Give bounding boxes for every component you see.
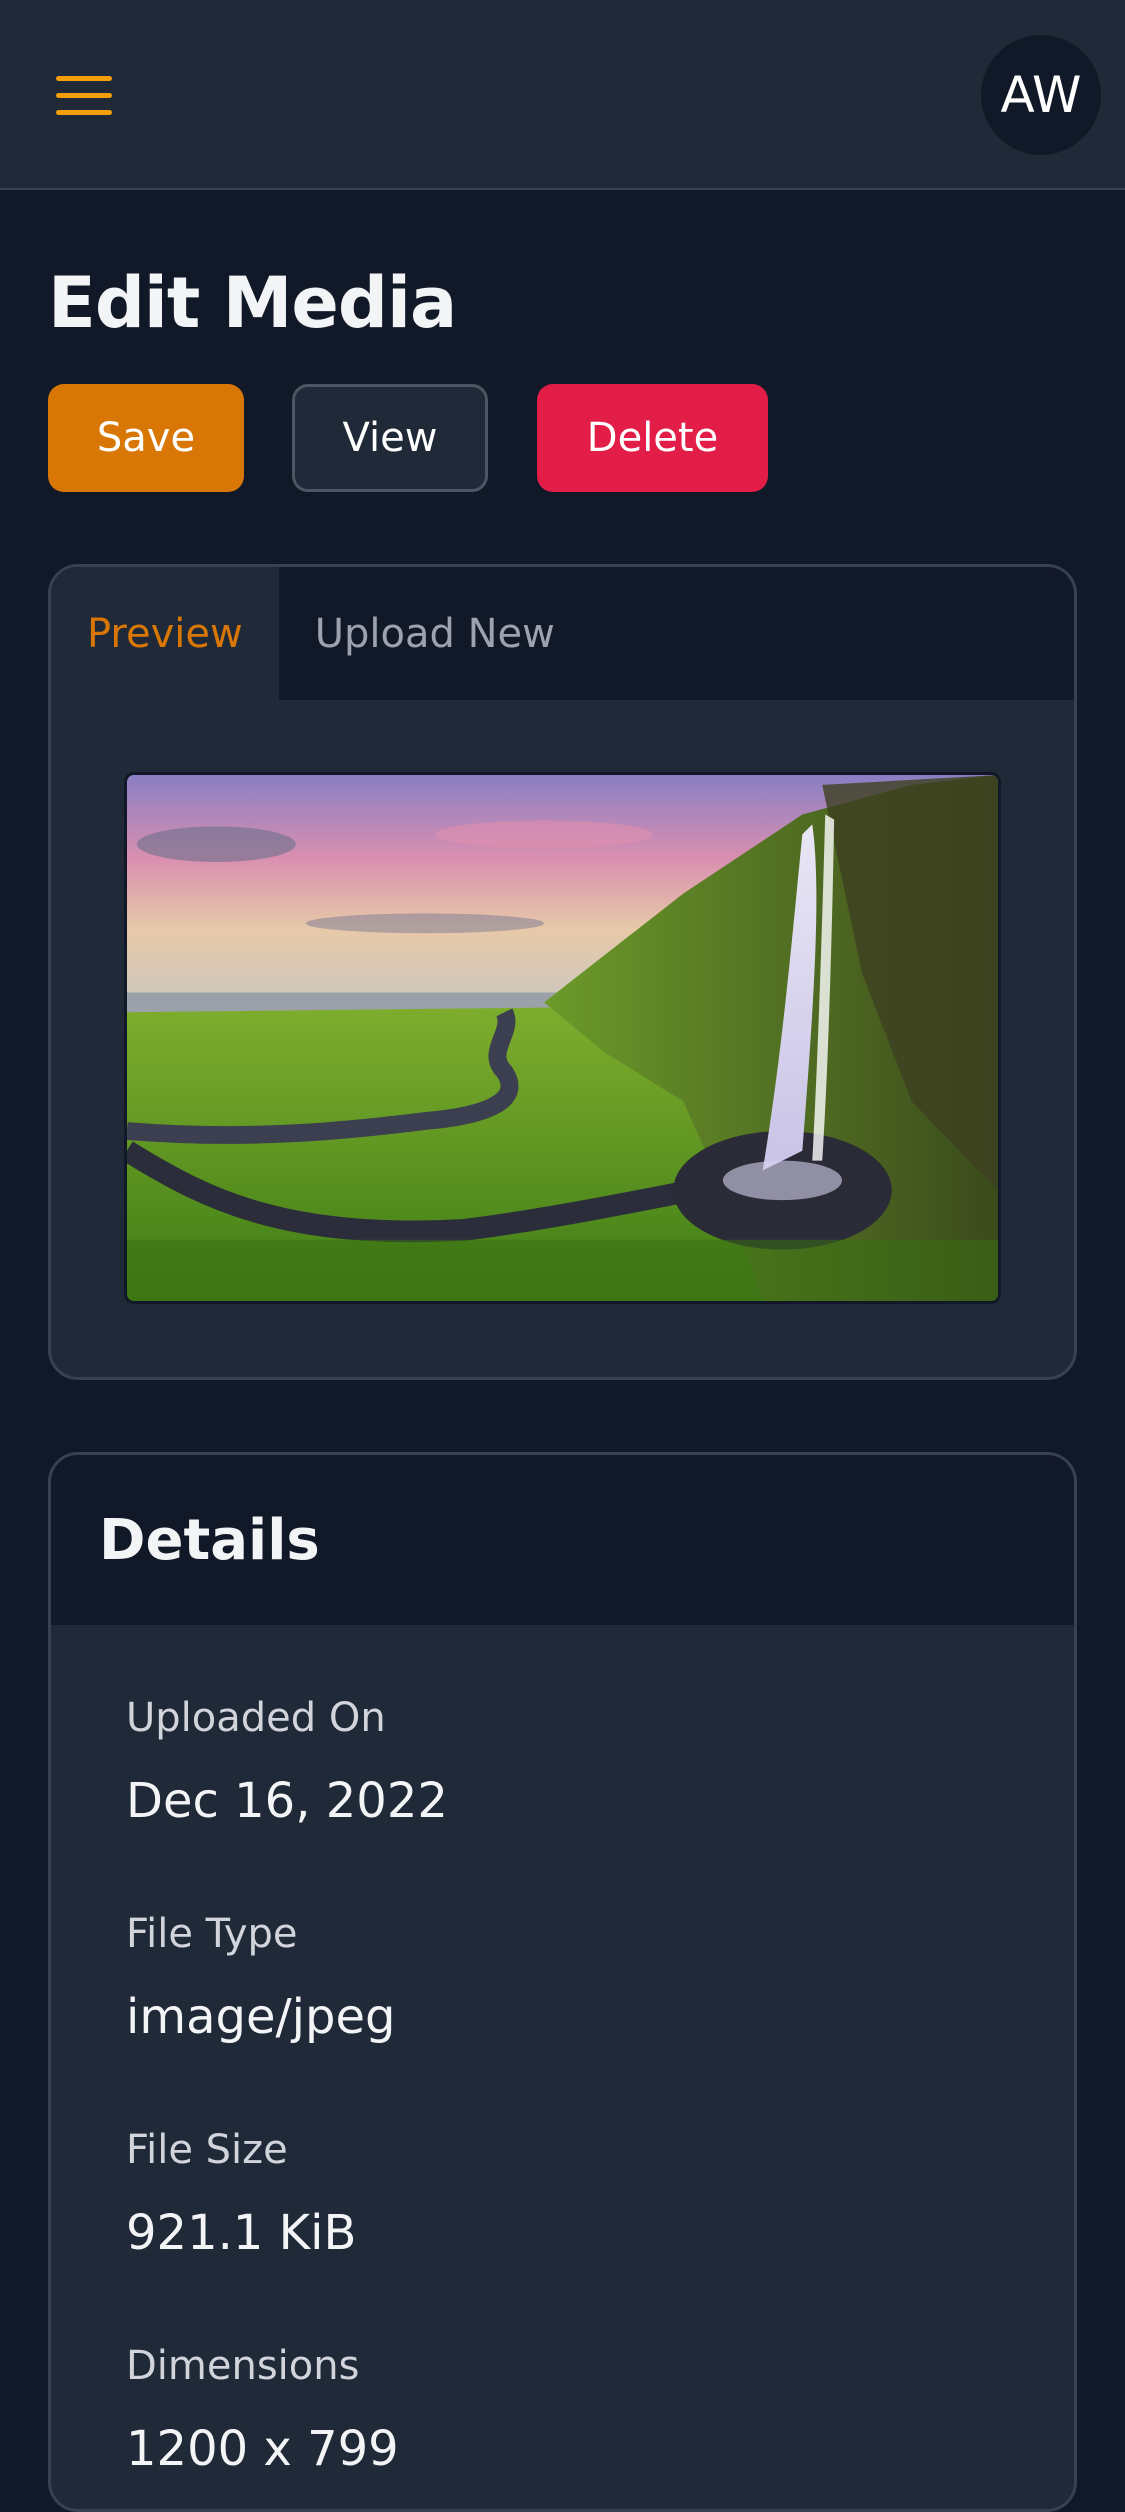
- file-size-value: 921.1 KiB: [126, 2205, 357, 2261]
- dimensions-value: 1200 x 799: [126, 2421, 399, 2477]
- view-button[interactable]: View: [292, 384, 488, 492]
- details-title: Details: [99, 1507, 320, 1573]
- hamburger-menu-icon[interactable]: [56, 76, 112, 116]
- file-size-label: File Size: [126, 2127, 288, 2173]
- tab-upload-new[interactable]: Upload New: [279, 567, 591, 700]
- details-header: Details: [51, 1455, 1074, 1625]
- preview-tabs: Preview Upload New: [51, 567, 1074, 700]
- file-type-value: image/jpeg: [126, 1989, 396, 2045]
- avatar-initials: AW: [1000, 66, 1082, 124]
- waterfall-landscape-image: [127, 775, 998, 1301]
- avatar[interactable]: AW: [981, 35, 1101, 155]
- uploaded-on-value: Dec 16, 2022: [126, 1773, 448, 1829]
- save-button[interactable]: Save: [48, 384, 244, 492]
- delete-button[interactable]: Delete: [537, 384, 768, 492]
- dimensions-label: Dimensions: [126, 2343, 360, 2389]
- details-card: Details Uploaded On Dec 16, 2022 File Ty…: [48, 1452, 1077, 2512]
- tab-preview[interactable]: Preview: [51, 567, 279, 700]
- uploaded-on-label: Uploaded On: [126, 1695, 386, 1741]
- media-preview-image: [124, 772, 1001, 1304]
- file-type-label: File Type: [126, 1911, 298, 1957]
- top-bar: AW: [0, 0, 1125, 190]
- page-title: Edit Media: [48, 262, 457, 344]
- preview-card: Preview Upload New: [48, 564, 1077, 1380]
